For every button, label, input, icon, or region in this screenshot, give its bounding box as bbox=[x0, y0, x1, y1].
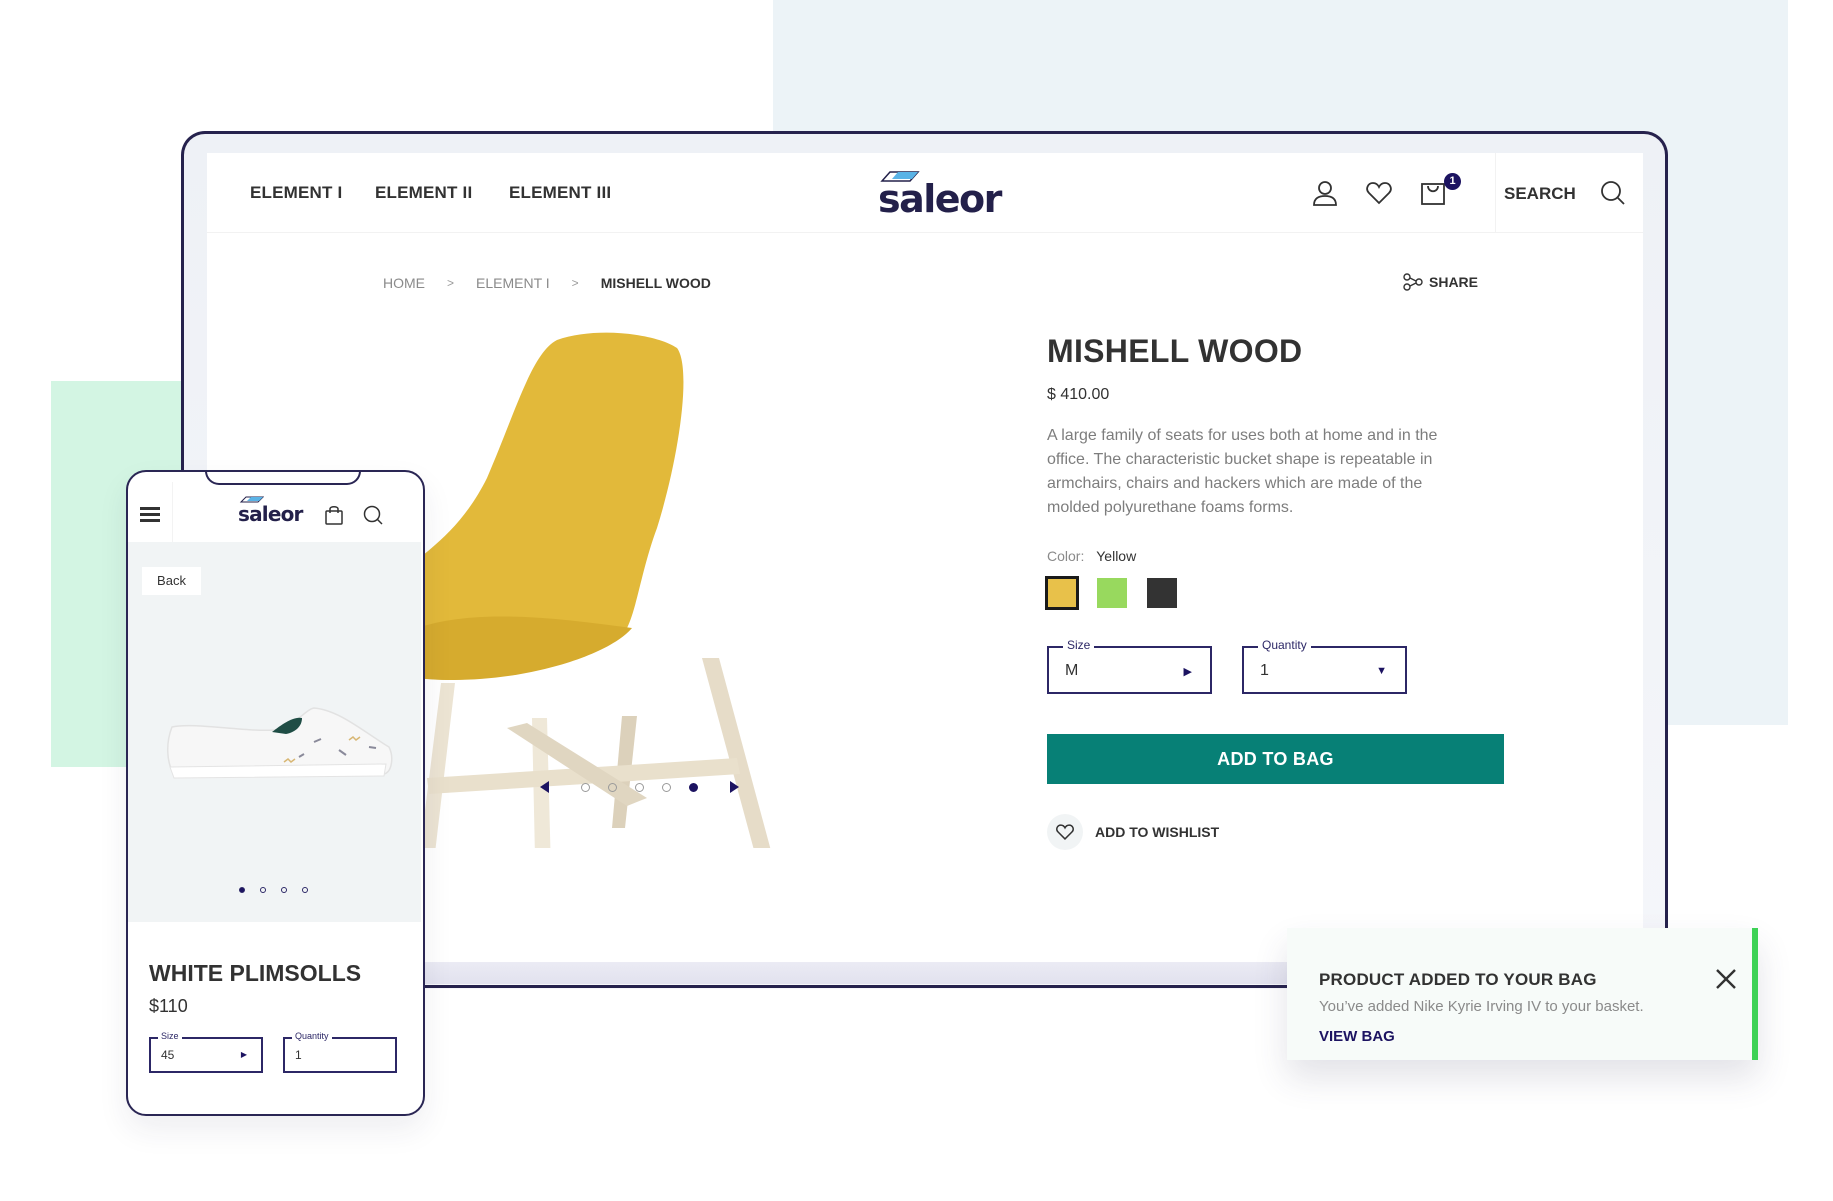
carousel-dot-active[interactable] bbox=[689, 782, 698, 792]
carousel-dot-active[interactable] bbox=[239, 887, 245, 893]
shopping-bag-icon[interactable] bbox=[323, 504, 345, 526]
carousel-dot[interactable] bbox=[635, 782, 644, 792]
carousel-dot[interactable] bbox=[281, 887, 287, 893]
nav-item-element-3[interactable]: ELEMENT III bbox=[509, 183, 611, 203]
carousel-dot[interactable] bbox=[581, 782, 590, 792]
size-value: M bbox=[1065, 662, 1079, 679]
wishlist-label: ADD TO WISHLIST bbox=[1095, 824, 1220, 840]
breadcrumb-separator: > bbox=[571, 276, 579, 290]
mobile-product-gallery: Back bbox=[128, 542, 421, 922]
product-title: MISHELL WOOD bbox=[1047, 333, 1303, 369]
size-select[interactable]: Size M ▶ bbox=[1047, 638, 1212, 694]
close-icon[interactable] bbox=[1715, 968, 1737, 990]
heart-icon bbox=[1056, 824, 1074, 841]
nav-item-element-1[interactable]: ELEMENT I bbox=[250, 183, 342, 203]
cart-count-badge: 1 bbox=[1444, 173, 1461, 190]
color-label: Color: bbox=[1047, 548, 1085, 564]
search-button-label[interactable]: SEARCH bbox=[1504, 184, 1576, 204]
swatch-green[interactable] bbox=[1097, 578, 1127, 608]
site-header: ELEMENT I ELEMENT II ELEMENT III saleor bbox=[207, 153, 1643, 233]
quantity-value: 1 bbox=[295, 1048, 302, 1062]
saleor-logo[interactable]: saleor bbox=[870, 171, 1002, 221]
shopping-bag-icon[interactable] bbox=[1419, 179, 1447, 207]
back-button[interactable]: Back bbox=[142, 567, 201, 595]
add-to-bag-button[interactable]: ADD TO BAG bbox=[1047, 734, 1504, 784]
breadcrumb: HOME > ELEMENT I > MISHELL WOOD bbox=[383, 275, 711, 291]
quantity-select[interactable]: Quantity 1 ▼ bbox=[1242, 638, 1407, 694]
carousel-next-icon[interactable] bbox=[729, 781, 739, 793]
product-image-shoe bbox=[167, 707, 393, 779]
carousel-dot[interactable] bbox=[662, 782, 671, 792]
mobile-product-title: WHITE PLIMSOLLS bbox=[149, 960, 362, 986]
search-icon[interactable] bbox=[362, 504, 384, 526]
swatch-black[interactable] bbox=[1147, 578, 1177, 608]
nav-item-element-2[interactable]: ELEMENT II bbox=[375, 183, 472, 203]
toast-title: PRODUCT ADDED TO YOUR BAG bbox=[1319, 970, 1597, 989]
share-button[interactable]: SHARE bbox=[1403, 273, 1478, 291]
mobile-frame: saleor Back WHITE PLIMSOLLS $110 Size 45… bbox=[126, 470, 425, 1116]
image-carousel-controls bbox=[540, 781, 739, 793]
logo-wordmark: saleor bbox=[878, 177, 1002, 221]
product-price: $ 410.00 bbox=[1047, 386, 1110, 403]
quantity-value: 1 bbox=[1260, 662, 1269, 679]
product-image-chair bbox=[360, 332, 771, 848]
size-label: Size bbox=[1063, 638, 1095, 652]
mobile-product-price: $110 bbox=[149, 996, 188, 1016]
caret-right-icon: ▶ bbox=[240, 1050, 247, 1059]
mobile-carousel-dots bbox=[239, 887, 323, 893]
caret-right-icon: ▶ bbox=[1183, 666, 1192, 678]
search-icon[interactable] bbox=[1599, 179, 1627, 207]
carousel-dot[interactable] bbox=[302, 887, 308, 893]
share-label: SHARE bbox=[1429, 274, 1479, 290]
mobile-header-divider bbox=[172, 482, 173, 542]
mobile-product-selects: Size 45 ▶ Quantity 1 bbox=[149, 1031, 417, 1073]
logo-wordmark: saleor bbox=[238, 502, 303, 526]
mobile-header: saleor bbox=[128, 482, 423, 542]
breadcrumb-element-1[interactable]: ELEMENT I bbox=[476, 275, 550, 291]
share-icon bbox=[1403, 273, 1423, 291]
caret-down-icon: ▼ bbox=[1376, 665, 1387, 677]
hamburger-menu-icon[interactable] bbox=[140, 507, 160, 525]
carousel-prev-icon[interactable] bbox=[540, 781, 550, 793]
add-to-wishlist-button[interactable]: ADD TO WISHLIST bbox=[1047, 814, 1527, 850]
swatch-yellow[interactable] bbox=[1045, 576, 1079, 610]
wishlist-icon-circle bbox=[1047, 814, 1083, 850]
user-icon[interactable] bbox=[1311, 179, 1339, 207]
mobile-quantity-input[interactable]: Quantity 1 bbox=[283, 1031, 397, 1073]
size-value: 45 bbox=[161, 1048, 175, 1062]
header-divider bbox=[1495, 153, 1496, 233]
color-value: Yellow bbox=[1096, 548, 1137, 564]
phone-notch bbox=[205, 472, 361, 485]
added-to-bag-toast: PRODUCT ADDED TO YOUR BAG You’ve added N… bbox=[1287, 928, 1758, 1060]
breadcrumb-home[interactable]: HOME bbox=[383, 275, 425, 291]
quantity-label: Quantity bbox=[1258, 638, 1311, 652]
toast-message: You’ve added Nike Kyrie Irving IV to you… bbox=[1319, 998, 1644, 1015]
carousel-dot[interactable] bbox=[260, 887, 266, 893]
color-row: Color: Yellow bbox=[1047, 548, 1527, 564]
heart-icon[interactable] bbox=[1365, 179, 1393, 207]
mobile-saleor-logo[interactable]: saleor bbox=[236, 496, 303, 528]
breadcrumb-separator: > bbox=[447, 276, 455, 290]
size-label: Size bbox=[158, 1031, 182, 1041]
product-details: MISHELL WOOD $ 410.00 A large family of … bbox=[1045, 333, 1527, 850]
carousel-dot[interactable] bbox=[608, 782, 617, 792]
color-swatches bbox=[1045, 576, 1527, 610]
breadcrumb-current: MISHELL WOOD bbox=[600, 275, 711, 291]
view-bag-link[interactable]: VIEW BAG bbox=[1319, 1028, 1395, 1045]
product-description: A large family of seats for uses both at… bbox=[1047, 427, 1438, 516]
mobile-size-select[interactable]: Size 45 ▶ bbox=[149, 1031, 263, 1073]
quantity-label: Quantity bbox=[292, 1031, 332, 1041]
product-selects: Size M ▶ Quantity 1 ▼ bbox=[1047, 638, 1527, 694]
